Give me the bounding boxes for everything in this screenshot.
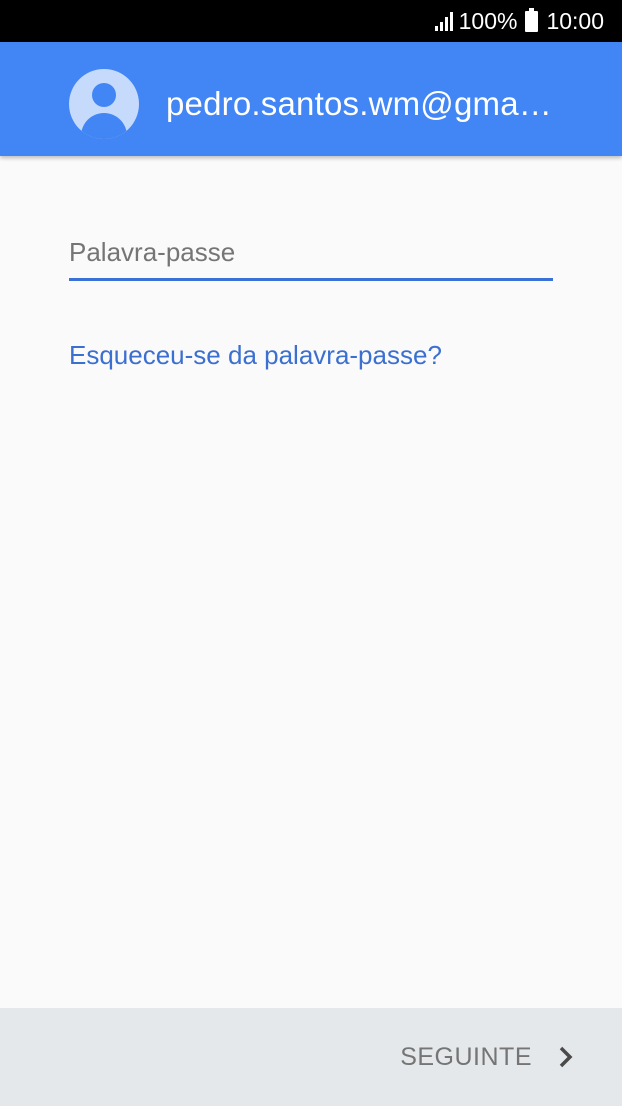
forgot-password-link[interactable]: Esqueceu-se da palavra-passe? bbox=[69, 340, 442, 371]
account-header: pedro.santos.wm@gma… bbox=[0, 42, 622, 156]
bottom-navigation-bar: SEGUINTE bbox=[0, 1008, 622, 1106]
signal-icon bbox=[434, 11, 453, 31]
battery-icon bbox=[525, 7, 539, 32]
chevron-right-icon bbox=[559, 1046, 573, 1068]
account-avatar-icon bbox=[69, 69, 139, 139]
password-field[interactable] bbox=[69, 232, 553, 281]
battery-percentage: 100% bbox=[458, 7, 518, 34]
password-input[interactable] bbox=[69, 232, 553, 272]
next-button-label: SEGUINTE bbox=[400, 1042, 532, 1071]
next-button[interactable]: SEGUINTE bbox=[400, 1034, 574, 1080]
status-bar: 100% 10:00 bbox=[0, 0, 622, 42]
status-indicators: 100% 10:00 bbox=[434, 0, 604, 42]
clock: 10:00 bbox=[546, 7, 604, 34]
account-email: pedro.santos.wm@gma… bbox=[166, 85, 552, 122]
